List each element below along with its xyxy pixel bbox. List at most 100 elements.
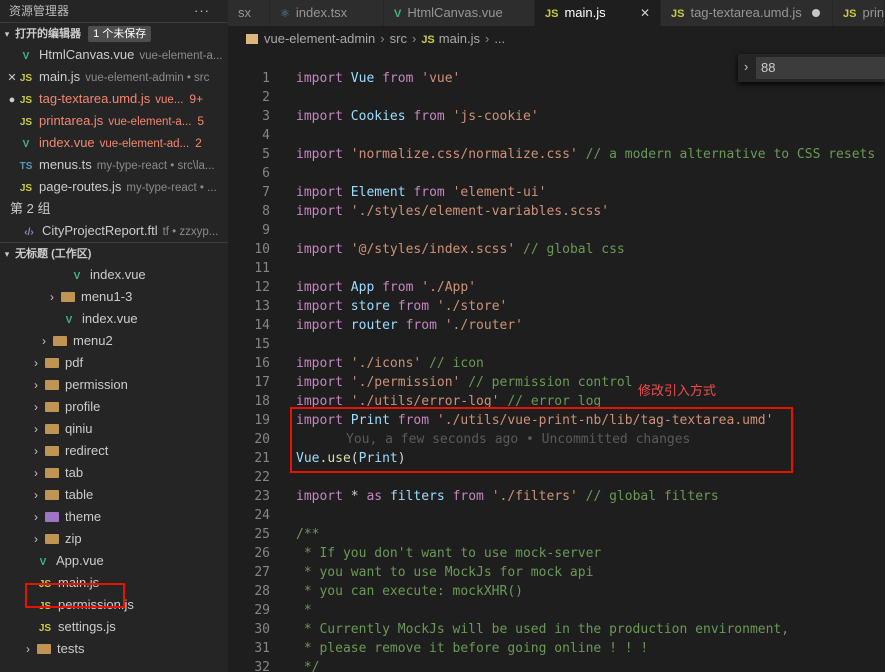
js-file-icon: JS [19,183,33,194]
chevron-down-icon: ▾ [4,29,10,39]
tree-item-permission[interactable]: › permission [0,374,228,396]
chevron-right-icon: › [34,532,38,546]
tree-item-label: settings.js [58,619,116,634]
code-line: import Cookies from 'js-cookie' [296,109,539,124]
tab-index-tsx[interactable]: ⚛ index.tsx [270,0,384,26]
ftl-file-icon: ‹/› [24,227,34,238]
breadcrumb-item[interactable]: src [390,31,407,46]
open-editors-label: 打开的编辑器 [15,28,82,40]
tab-htmlcanvas-vue[interactable]: V HtmlCanvas.vue [384,0,535,26]
unsaved-dot-icon[interactable]: ● [5,89,19,110]
tree-item-zip[interactable]: › zip [0,528,228,550]
tree-item-menu2[interactable]: › menu2 [0,330,228,352]
chevron-right-icon: › [34,510,38,524]
tree-item-permission-js[interactable]: JS permission.js [0,594,228,616]
tree-item-label: tests [57,641,85,656]
tree-item-tab[interactable]: › tab [0,462,228,484]
line-number: 14 [254,318,270,333]
problem-count: 5 [197,114,205,128]
tree-item-label: index.vue [82,311,138,326]
vue-file-icon: V [394,8,402,20]
more-actions-icon[interactable]: ··· [194,0,210,22]
tab-tag-textarea-umd-js[interactable]: JS tag-textarea.umd.js [661,0,833,26]
open-editor-item[interactable]: Vindex.vue vue-element-ad... 2 [0,132,228,154]
chevron-right-icon[interactable]: › [744,59,748,74]
js-file-icon: JS [545,8,559,20]
folder-icon [45,534,59,544]
close-icon[interactable]: ✕ [640,0,650,26]
tree-item-profile[interactable]: › profile [0,396,228,418]
tree-item-app-vue[interactable]: V App.vue [0,550,228,572]
line-number: 1 [262,71,270,86]
vue-file-icon: V [73,271,81,282]
tree-item-pdf[interactable]: › pdf [0,352,228,374]
find-input[interactable]: 88 [756,57,885,79]
line-number: 8 [262,204,270,219]
chevron-right-icon: › [34,422,38,436]
chevron-right-icon: › [484,31,490,46]
tab-prin[interactable]: JS prin [833,0,885,26]
tree-item-label: profile [65,399,101,414]
tree-item-settings-js[interactable]: JS settings.js [0,616,228,638]
tree-item-label: main.js [58,575,100,590]
tree-item-theme[interactable]: › theme [0,506,228,528]
code-line: * If you don't want to use mock-server [296,546,602,561]
tree-item-qiniu[interactable]: › qiniu [0,418,228,440]
js-file-icon: JS [19,73,33,84]
tree-item-label: menu1-3 [81,289,133,304]
code-editor[interactable]: 1 import Vue from 'vue' 2 3 import Cookies f… [228,52,885,672]
file-path: my-type-react • src\la... [96,160,215,172]
tree-item-table[interactable]: › table [0,484,228,506]
tab-label: HtmlCanvas.vue [407,5,503,20]
tree-item-menu1-3[interactable]: › menu1-3 [0,286,228,308]
code-line: import Vue from 'vue' [296,71,461,86]
js-file-icon: JS [843,8,857,20]
open-editor-item[interactable]: TS menus.ts my-type-react • src\la... [0,154,228,176]
vue-file-icon: V [22,139,30,150]
vue-file-icon: V [39,557,47,568]
chevron-right-icon: › [34,466,38,480]
tree-item-index-vue[interactable]: Vindex.vue [0,264,228,286]
tree-item-index-vue[interactable]: Vindex.vue [0,308,228,330]
open-editor-item[interactable]: ✕ JS main.js vue-element-admin • src [0,66,228,88]
code-line: import router from './router' [296,318,524,333]
tree-item-redirect[interactable]: › redirect [0,440,228,462]
line-number: 2 [262,90,270,105]
tree-item-label: redirect [65,443,109,458]
file-name: HtmlCanvas.vue [39,47,135,62]
file-path: vue-element-a... [108,116,192,128]
tree-item-tests[interactable]: › tests [0,638,228,660]
tree-item-main-js[interactable]: JS main.js [0,572,228,594]
line-number: 31 [254,641,270,656]
tab-label: prin [862,5,885,20]
code-line: import '@/styles/index.scss' // global c… [296,242,625,257]
open-editor-item-cityprojectreport[interactable]: ‹/› CityProjectReport.ftl tf • zzxyp... [0,220,228,242]
open-editor-item[interactable]: V HtmlCanvas.vue vue-element-a... [0,44,228,66]
editor-tab-bar: sx ⚛ index.tsx V HtmlCanvas.vue JS main.js ✕ JS t… [228,0,885,26]
open-editor-item[interactable]: JS printarea.js vue-element-a... 5 [0,110,228,132]
breadcrumb-item[interactable]: vue-element-admin [264,31,375,46]
file-name: CityProjectReport.ftl [42,223,158,238]
tree-item-label: qiniu [65,421,93,436]
problem-count: 2 [195,136,202,150]
folder-icon [61,292,75,302]
tree-item-label: index.vue [90,267,146,282]
file-tree: Vindex.vue › menu1-3 Vindex.vue › menu2 › pdf › p… [0,264,228,660]
tree-item-label: zip [65,531,82,546]
file-path: my-type-react • ... [126,182,217,194]
breadcrumb-item[interactable]: main.js [439,31,480,46]
open-editor-item[interactable]: ● JS tag-textarea.umd.js vue... 9+ [0,88,228,110]
explorer-sidebar: 资源管理器 ··· ▾ 打开的编辑器 1 个未保存 V HtmlCanvas.vu… [0,0,228,672]
line-number: 27 [254,565,270,580]
close-icon[interactable]: ✕ [5,67,19,88]
open-editor-item[interactable]: JS page-routes.js my-type-react • ... [0,176,228,198]
code-line: /** [296,527,320,542]
workspace-section-header[interactable]: ▾ 无标题 (工作区) [0,242,228,264]
open-editors-section-header[interactable]: ▾ 打开的编辑器 1 个未保存 [0,22,228,44]
code-line: import * as filters from './filters' // … [296,489,719,504]
tab-sx[interactable]: sx [228,0,270,26]
ts-file-icon: TS [19,161,33,172]
breadcrumb-item[interactable]: ... [494,31,505,46]
code-line: import Element from 'element-ui' [296,185,547,200]
tab-main-js[interactable]: JS main.js ✕ [535,0,661,26]
